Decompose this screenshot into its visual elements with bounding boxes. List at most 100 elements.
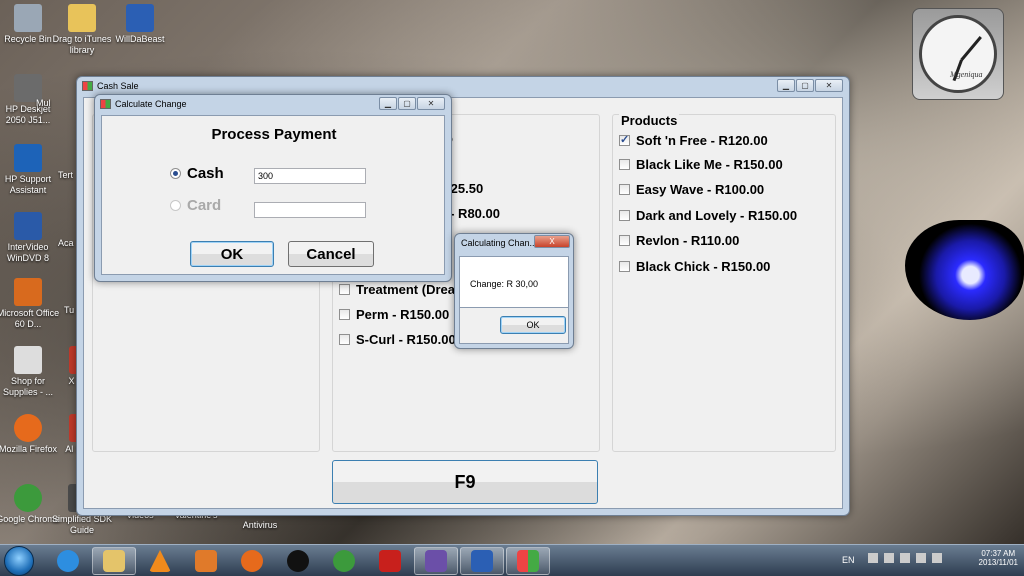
desktop-icon-office[interactable]: Microsoft Office 60 D... [0, 278, 60, 330]
taskbar-vlc[interactable] [138, 547, 182, 575]
product-label: Revlon - R110.00 [636, 233, 740, 248]
minimize-button[interactable]: ▁ [379, 97, 397, 110]
product-checkbox[interactable] [619, 133, 630, 146]
service-label: S-Curl - R150.00 [356, 332, 456, 347]
taskbar-word[interactable] [460, 547, 504, 575]
clock[interactable]: 07:37 AM 2013/11/01 [979, 549, 1018, 567]
desktop-icon-label: Mozilla Firefox [0, 444, 57, 454]
folder-icon [68, 4, 96, 32]
desktop-icon-antivirus[interactable]: Antivirus [228, 520, 292, 531]
desktop-icon-itunes[interactable]: Drag to iTunes library [50, 4, 114, 56]
product-checkbox[interactable] [619, 159, 630, 170]
close-button[interactable]: ✕ [417, 97, 445, 110]
product-label: Easy Wave - R100.00 [636, 182, 765, 197]
window-title: Calculate Change [115, 99, 187, 109]
products-title: Products [619, 113, 680, 128]
product-checkbox[interactable] [619, 184, 630, 195]
service-checkbox[interactable] [339, 284, 350, 295]
tray-power-icon[interactable] [916, 553, 926, 563]
tray-flag-icon[interactable] [884, 553, 894, 563]
tray-volume-icon[interactable] [932, 553, 942, 563]
tray-arrow-icon[interactable] [868, 553, 878, 563]
clock-label: Mgeniqua [950, 70, 983, 79]
cash-radio[interactable] [170, 168, 181, 179]
desktop-icon-label: HP Support Assistant [4, 174, 52, 195]
minimize-button[interactable]: ▁ [777, 79, 795, 92]
message-ok-button[interactable]: OK [500, 316, 566, 334]
desktop-icon-willdabeast[interactable]: WillDaBeast [108, 4, 172, 45]
f9-button[interactable]: F9 [332, 460, 598, 504]
f9-button-label: F9 [454, 471, 476, 492]
product-soft-n-free[interactable]: Soft 'n Free - R120.00 [619, 133, 768, 148]
taskbar-visual-studio[interactable] [414, 547, 458, 575]
taskbar-ie[interactable] [46, 547, 90, 575]
service-checkbox[interactable] [339, 334, 350, 345]
product-checkbox[interactable] [619, 235, 630, 246]
taskbar-cash-sale-app[interactable] [506, 547, 550, 575]
taskbar: EN 07:37 AM 2013/11/01 [0, 544, 1024, 576]
desktop-icon-mul[interactable]: Mul [36, 98, 76, 109]
cash-radio-option[interactable]: Cash [170, 165, 224, 182]
maximize-button[interactable]: ▢ [796, 79, 814, 92]
clock-gadget[interactable]: Mgeniqua [912, 8, 1004, 100]
word-icon [471, 550, 493, 572]
tray-network-icon[interactable] [900, 553, 910, 563]
product-dark-and-lovely[interactable]: Dark and Lovely - R150.00 [619, 208, 797, 223]
message-box-titlebar[interactable]: Calculating Chan... X [455, 234, 573, 252]
product-easy-wave[interactable]: Easy Wave - R100.00 [619, 182, 764, 197]
taskbar-explorer[interactable] [92, 547, 136, 575]
tray-icons [868, 553, 942, 563]
cash-sale-titlebar[interactable]: Cash Sale ▁ ▢ ✕ [77, 77, 849, 95]
card-amount-input[interactable] [254, 202, 366, 218]
desktop-icon-shop-supplies[interactable]: Shop for Supplies - ... [0, 346, 60, 398]
card-radio-option[interactable]: Card [170, 197, 221, 214]
clock-hour-hand [960, 36, 982, 61]
service-item-treatment[interactable]: Treatment (Drea [339, 282, 455, 297]
shop-icon [14, 346, 42, 374]
desktop-icon-hp-support[interactable]: HP Support Assistant [0, 144, 60, 196]
card-radio[interactable] [170, 200, 181, 211]
product-black-like-me[interactable]: Black Like Me - R150.00 [619, 157, 783, 172]
desktop-icon-label: InterVideo WinDVD 8 [6, 242, 49, 263]
taskbar-hp[interactable] [276, 547, 320, 575]
cash-label: Cash [187, 165, 224, 182]
cancel-button[interactable]: Cancel [288, 241, 374, 267]
taskbar-acrobat[interactable] [368, 547, 412, 575]
calculate-change-client: Process Payment Cash 300 Card OK Cancel [101, 115, 445, 275]
clock-face: Mgeniqua [919, 15, 997, 93]
ok-button[interactable]: OK [190, 241, 274, 267]
close-button[interactable]: ✕ [815, 79, 843, 92]
taskbar-firefox[interactable] [230, 547, 274, 575]
product-checkbox[interactable] [619, 261, 630, 272]
service-label: Treatment (Drea [356, 282, 455, 297]
calculate-change-titlebar[interactable]: Calculate Change ▁ ▢ ✕ [95, 95, 451, 113]
start-button[interactable] [4, 546, 34, 576]
language-indicator[interactable]: EN [842, 555, 855, 565]
taskbar-chrome[interactable] [322, 547, 366, 575]
visual-studio-icon [425, 550, 447, 572]
media-player-icon [195, 550, 217, 572]
close-button[interactable]: X [534, 235, 570, 248]
taskbar-media[interactable] [184, 547, 228, 575]
clock-date: 2013/11/01 [978, 558, 1018, 567]
chrome-icon [333, 550, 355, 572]
product-checkbox[interactable] [619, 210, 630, 221]
internet-explorer-icon [57, 550, 79, 572]
desktop-icon-label: Shop for Supplies - ... [2, 376, 54, 397]
change-message-box: Calculating Chan... X Change: R 30,00 OK [454, 233, 574, 349]
service-checkbox[interactable] [339, 309, 350, 320]
service-item-s-curl[interactable]: S-Curl - R150.00 [339, 332, 456, 347]
desktop-icon-windvd[interactable]: InterVideo WinDVD 8 [0, 212, 60, 264]
desktop-icon-firefox[interactable]: Mozilla Firefox [0, 414, 60, 455]
desktop-icon-label: Simplified SDK Guide [51, 514, 113, 535]
form-icon [82, 81, 93, 91]
maximize-button[interactable]: ▢ [398, 97, 416, 110]
service-item-perm[interactable]: Perm - R150.00 [339, 307, 449, 322]
card-label: Card [187, 197, 222, 214]
product-revlon[interactable]: Revlon - R110.00 [619, 233, 739, 248]
product-black-chick[interactable]: Black Chick - R150.00 [619, 259, 770, 274]
form-icon [100, 99, 111, 109]
products-group: Products Soft 'n Free - R120.00 Black Li… [612, 113, 836, 452]
cash-amount-input[interactable]: 300 [254, 168, 366, 184]
ok-button-label: OK [526, 320, 540, 330]
